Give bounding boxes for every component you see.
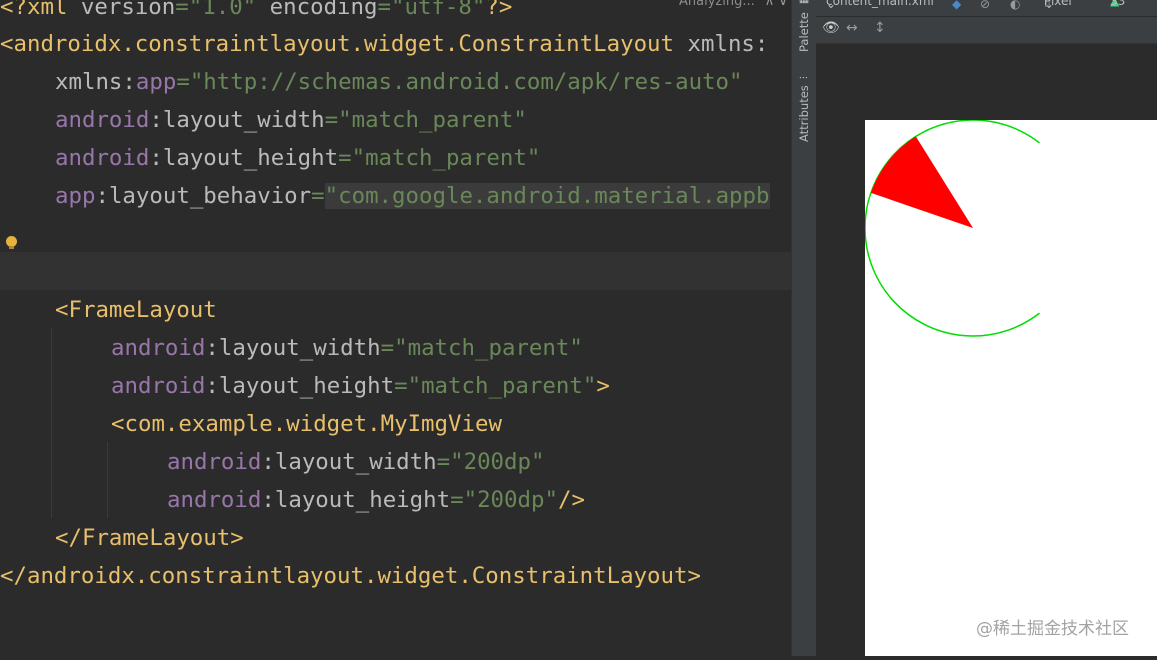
code-line-15: </FrameLayout> (55, 525, 244, 551)
code-line-13: android:layout_width="200dp" (167, 449, 545, 475)
file-tab-dropdown[interactable]: content_main.xml ⌄ (826, 0, 934, 11)
vertical-constraint-icon[interactable]: ↕ (874, 20, 886, 36)
indent-guide (107, 442, 108, 518)
file-tab-label: content_main.xml (826, 0, 934, 8)
api-label: 33 (1110, 0, 1126, 8)
code-line-11: android:layout_height="match_parent"> (111, 373, 610, 399)
horizontal-constraint-icon[interactable]: ↔ (846, 20, 858, 36)
analyzing-label: Analyzing... (679, 0, 755, 9)
analysis-status: Analyzing... ∧ ∨ (679, 0, 788, 9)
device-screen-preview (864, 119, 1157, 656)
code-line-16: </androidx.constraintlayout.widget.Const… (0, 563, 701, 589)
code-line-9: <FrameLayout (55, 297, 217, 323)
code-line-6: app:layout_behavior="com.google.android.… (55, 183, 770, 209)
code-line-14: android:layout_height="200dp"/> (167, 487, 585, 513)
layers-icon[interactable]: ◆ (952, 0, 961, 11)
design-canvas[interactable] (816, 44, 1157, 656)
indent-guide (51, 328, 52, 518)
code-line-4: android:layout_width="match_parent" (55, 107, 527, 133)
code-editor[interactable]: Analyzing... ∧ ∨ <?xml version="1.0" enco… (0, 0, 791, 656)
night-mode-icon[interactable]: ◐ (1010, 0, 1020, 11)
palette-tab-label: Palette (797, 12, 811, 52)
red-wedge (870, 136, 973, 228)
palette-tab[interactable]: Palette ▦ (794, 0, 814, 52)
navigate-arrows-icon[interactable]: ∧ ∨ (765, 0, 788, 9)
code-line-10: android:layout_width="match_parent" (111, 335, 583, 361)
attributes-tab-label: Attributes (797, 85, 811, 142)
watermark: @稀土掘金技术社区 (976, 619, 1129, 639)
code-line-1: <?xml version="1.0" encoding="utf-8"?> (0, 0, 513, 20)
green-circle-arc (864, 119, 1040, 337)
device-dropdown[interactable]: ▯ Pixel ⌄ (1044, 0, 1072, 11)
palette-icon: ▦ (798, 0, 811, 6)
device-label: Pixel (1044, 0, 1072, 8)
current-line-highlight (0, 252, 791, 290)
view-options-icon[interactable]: 👁 (822, 20, 840, 36)
code-line-5: android:layout_height="match_parent" (55, 145, 541, 171)
intention-bulb-icon[interactable] (6, 236, 17, 249)
attributes-tab[interactable]: Attributes ⫶ (794, 66, 814, 142)
design-toolbar: 👁 ↔ ↕ (816, 17, 1157, 44)
code-line-3: xmlns:app="http://schemas.android.com/ap… (55, 69, 743, 95)
myimgview-render (864, 119, 1040, 337)
orientation-icon[interactable]: ⊘ (980, 0, 990, 11)
tool-window-strip: Palette ▦ Attributes ⫶ (791, 0, 817, 656)
layout-preview-panel: content_main.xml ⌄ ◆ ⊘ ◐ ▯ Pixel ⌄ ▲ 33 … (816, 0, 1157, 656)
attributes-icon: ⫶ (797, 76, 811, 80)
preview-top-toolbar: content_main.xml ⌄ ◆ ⊘ ◐ ▯ Pixel ⌄ ▲ 33 (816, 0, 1157, 17)
code-line-12: <com.example.widget.MyImgView (111, 411, 502, 437)
code-line-2: <androidx.constraintlayout.widget.Constr… (0, 31, 769, 57)
